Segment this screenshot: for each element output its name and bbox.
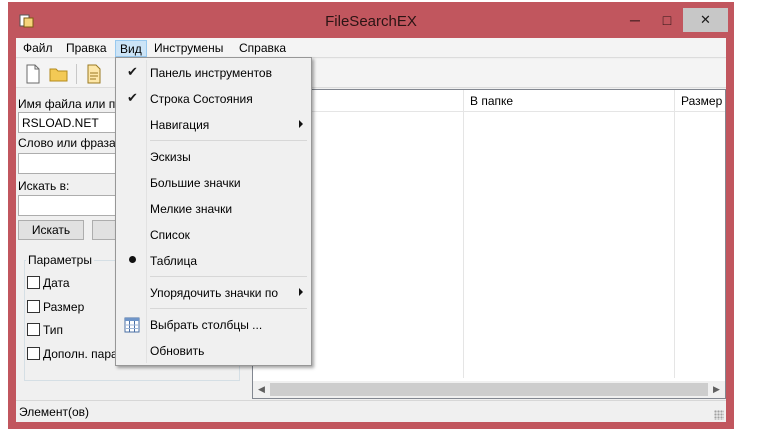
menu-separator bbox=[150, 140, 307, 141]
checkbox[interactable] bbox=[27, 276, 40, 290]
menu-item-thumbnails[interactable]: Эскизы bbox=[118, 146, 309, 168]
checkmark-icon: ✔ bbox=[127, 64, 138, 79]
menu-item-arrange-icons[interactable]: Упорядочить значки по bbox=[118, 282, 309, 304]
params-group-title: Параметры bbox=[26, 253, 94, 267]
status-text: Элемент(ов) bbox=[19, 405, 89, 419]
checkmark-icon: ✔ bbox=[127, 90, 138, 105]
document-icon[interactable] bbox=[83, 63, 105, 85]
results-list[interactable]: В папке Размер ◀ ▶ bbox=[252, 89, 726, 399]
radio-bullet-icon bbox=[129, 256, 136, 263]
menu-item-small-icons[interactable]: Мелкие значки bbox=[118, 198, 309, 220]
option-type[interactable]: Тип bbox=[27, 322, 63, 337]
menu-item-choose-columns[interactable]: Выбрать столбцы ... bbox=[118, 314, 309, 336]
menu-separator bbox=[150, 276, 307, 277]
new-file-icon[interactable] bbox=[22, 63, 44, 85]
menu-item-large-icons[interactable]: Большие значки bbox=[118, 172, 309, 194]
menu-item-list[interactable]: Список bbox=[118, 224, 309, 246]
column-divider[interactable] bbox=[463, 90, 464, 378]
menu-item-statusbar[interactable]: ✔ Строка Состояния bbox=[118, 88, 309, 110]
menu-edit[interactable]: Правка bbox=[62, 40, 111, 57]
column-size[interactable]: Размер bbox=[681, 94, 722, 108]
scroll-right-icon[interactable]: ▶ bbox=[708, 381, 725, 398]
maximize-button[interactable]: □ bbox=[654, 8, 680, 32]
column-divider[interactable] bbox=[674, 90, 675, 378]
menu-item-navigation[interactable]: Навигация bbox=[118, 114, 309, 136]
scroll-thumb[interactable] bbox=[270, 383, 708, 396]
minimize-button[interactable]: ─ bbox=[622, 8, 648, 32]
close-button[interactable]: ✕ bbox=[683, 8, 728, 32]
menu-bar: Файл Правка Вид Инструмены Справка bbox=[16, 38, 726, 58]
menu-view[interactable]: Вид bbox=[115, 40, 147, 57]
columns-grid-icon bbox=[124, 317, 140, 333]
submenu-arrow-icon bbox=[299, 120, 303, 128]
title-bar[interactable]: FileSearchEX ─ □ ✕ bbox=[8, 2, 734, 38]
menu-item-refresh[interactable]: Обновить bbox=[118, 340, 309, 362]
menu-tools[interactable]: Инструмены bbox=[150, 40, 227, 57]
checkbox[interactable] bbox=[27, 347, 40, 361]
checkbox[interactable] bbox=[27, 323, 40, 337]
menu-help[interactable]: Справка bbox=[235, 40, 290, 57]
menu-item-table[interactable]: Таблица bbox=[118, 250, 309, 272]
horizontal-scrollbar[interactable]: ◀ ▶ bbox=[253, 381, 725, 398]
status-bar: Элемент(ов) bbox=[16, 400, 726, 422]
column-folder[interactable]: В папке bbox=[470, 94, 513, 108]
menu-file[interactable]: Файл bbox=[19, 40, 57, 57]
option-date[interactable]: Дата bbox=[27, 275, 70, 290]
phrase-label: Слово или фраза в bbox=[18, 136, 126, 150]
view-menu-dropdown: ✔ Панель инструментов ✔ Строка Состояния… bbox=[115, 57, 312, 366]
option-extra[interactable]: Дополн. пара bbox=[27, 346, 118, 361]
search-in-label: Искать в: bbox=[18, 179, 70, 193]
open-folder-icon[interactable] bbox=[48, 63, 70, 85]
filename-label: Имя файла или па bbox=[18, 97, 122, 111]
toolbar-separator bbox=[76, 64, 77, 84]
submenu-arrow-icon bbox=[299, 288, 303, 296]
scroll-left-icon[interactable]: ◀ bbox=[253, 381, 270, 398]
search-button[interactable]: Искать bbox=[18, 220, 84, 240]
checkbox[interactable] bbox=[27, 300, 40, 314]
menu-item-toolbar[interactable]: ✔ Панель инструментов bbox=[118, 62, 309, 84]
resize-grip-icon[interactable] bbox=[714, 410, 724, 420]
menu-separator bbox=[150, 308, 307, 309]
option-size[interactable]: Размер bbox=[27, 299, 84, 314]
